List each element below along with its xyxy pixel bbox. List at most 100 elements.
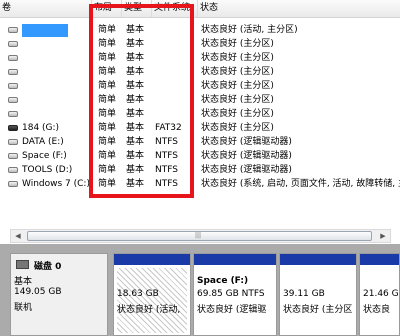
volume-status: 状态良好 (主分区) bbox=[201, 109, 274, 119]
volume-name bbox=[22, 24, 90, 37]
drive-icon bbox=[8, 139, 18, 145]
volume-type: 基本 bbox=[126, 25, 145, 35]
partition-status: 状态良好 (活动, bbox=[117, 305, 181, 315]
volume-layout: 简单 bbox=[98, 67, 117, 77]
table-row[interactable]: 简单 基本 状态良好 (主分区) bbox=[0, 52, 400, 65]
partition-bar bbox=[280, 254, 356, 265]
volume-type: 基本 bbox=[126, 109, 145, 119]
table-row[interactable]: 184 (G:) 简单 基本 FAT32 状态良好 (主分区) bbox=[0, 122, 400, 135]
volume-name bbox=[22, 94, 90, 107]
partition-size: 39.11 GB bbox=[283, 289, 325, 299]
column-layout-label: 布局 bbox=[94, 3, 113, 13]
volume-name: Space (F:) bbox=[22, 151, 67, 161]
volume-layout: 简单 bbox=[98, 165, 117, 175]
volume-filesystem: NTFS bbox=[155, 165, 178, 175]
volume-layout: 简单 bbox=[98, 53, 117, 63]
volume-list-header: 卷 布局 类型 文件系统 状态 bbox=[0, 0, 400, 18]
drive-icon bbox=[8, 181, 18, 187]
volume-status: 状态良好 (主分区) bbox=[201, 95, 274, 105]
volume-name: Windows 7 (C:) bbox=[22, 179, 90, 189]
volume-layout: 简单 bbox=[98, 151, 117, 161]
volume-type: 基本 bbox=[126, 137, 145, 147]
volume-layout: 简单 bbox=[98, 95, 117, 105]
volume-layout: 简单 bbox=[98, 137, 117, 147]
volume-type: 基本 bbox=[126, 53, 145, 63]
table-row[interactable]: 简单 基本 状态良好 (主分区) bbox=[0, 66, 400, 79]
volume-status: 状态良好 (主分区) bbox=[201, 67, 274, 77]
partition-block[interactable]: 21.46 G 状态良 bbox=[359, 253, 400, 336]
volume-layout: 简单 bbox=[98, 123, 117, 133]
table-row[interactable]: 简单 基本 状态良好 (主分区) bbox=[0, 38, 400, 51]
drive-icon bbox=[8, 69, 18, 75]
column-layout[interactable]: 布局 bbox=[92, 0, 122, 17]
column-volume[interactable]: 卷 bbox=[0, 0, 92, 17]
volume-type: 基本 bbox=[126, 67, 145, 77]
partition-status: 状态良好 (主分区 bbox=[283, 305, 353, 315]
partition-bar bbox=[114, 254, 190, 265]
volume-type: 基本 bbox=[126, 123, 145, 133]
partition-block[interactable]: Space (F:) 69.85 GB NTFS 状态良好 (逻辑驱 bbox=[193, 253, 277, 336]
disk-icon bbox=[16, 260, 29, 269]
volume-layout: 简单 bbox=[98, 179, 117, 189]
drive-icon bbox=[8, 55, 18, 61]
partition-block[interactable]: 39.11 GB 状态良好 (主分区 bbox=[279, 253, 357, 336]
table-row[interactable]: Windows 7 (C:) 简单 基本 NTFS 状态良好 (系统, 启动, … bbox=[0, 178, 400, 191]
drive-icon bbox=[8, 97, 18, 103]
column-filesystem[interactable]: 文件系统 bbox=[152, 0, 198, 17]
volume-status: 状态良好 (逻辑驱动器) bbox=[201, 151, 292, 161]
table-row[interactable]: 简单 基本 状态良好 (活动, 主分区) bbox=[0, 24, 400, 37]
volume-layout: 简单 bbox=[98, 109, 117, 119]
volume-name: TOOLS (D:) bbox=[22, 165, 73, 175]
volume-layout: 简单 bbox=[98, 25, 117, 35]
volume-name: DATA (E:) bbox=[22, 137, 64, 147]
disk-label: 磁盘 0 bbox=[34, 262, 62, 272]
volume-filesystem: NTFS bbox=[155, 151, 178, 161]
scrollbar-thumb[interactable]: ||| bbox=[27, 231, 372, 241]
table-row[interactable]: 简单 基本 状态良好 (主分区) bbox=[0, 108, 400, 121]
volume-type: 基本 bbox=[126, 151, 145, 161]
volume-status: 状态良好 (主分区) bbox=[201, 53, 274, 63]
drive-icon bbox=[8, 83, 18, 89]
disk-size: 149.05 GB bbox=[14, 287, 62, 297]
volume-layout: 简单 bbox=[98, 39, 117, 49]
volume-status: 状态良好 (主分区) bbox=[201, 123, 274, 133]
volume-status: 状态良好 (主分区) bbox=[201, 81, 274, 91]
column-volume-label: 卷 bbox=[2, 3, 12, 13]
volume-filesystem: NTFS bbox=[155, 179, 178, 189]
drive-icon bbox=[8, 27, 18, 33]
scroll-left-icon[interactable]: ◀ bbox=[11, 230, 25, 242]
column-type[interactable]: 类型 bbox=[122, 0, 152, 17]
disk-info-panel[interactable]: 磁盘 0 基本 149.05 GB 联机 bbox=[10, 253, 108, 336]
volume-type: 基本 bbox=[126, 179, 145, 189]
volume-status: 状态良好 (活动, 主分区) bbox=[201, 25, 298, 35]
disk-type: 基本 bbox=[14, 277, 33, 287]
column-type-label: 类型 bbox=[124, 3, 143, 13]
partition-bar bbox=[360, 254, 399, 265]
usb-drive-icon bbox=[8, 125, 18, 131]
table-row[interactable]: 简单 基本 状态良好 (主分区) bbox=[0, 94, 400, 107]
horizontal-scrollbar[interactable]: ◀ ||| ▶ bbox=[10, 229, 391, 243]
volume-name bbox=[22, 52, 90, 65]
partition-status: 状态良好 (逻辑驱 bbox=[197, 305, 267, 315]
drive-icon bbox=[8, 167, 18, 173]
volume-type: 基本 bbox=[126, 95, 145, 105]
volume-name bbox=[22, 38, 90, 51]
table-row[interactable]: 简单 基本 状态良好 (主分区) bbox=[0, 80, 400, 93]
scroll-right-icon[interactable]: ▶ bbox=[376, 230, 390, 242]
column-status-label: 状态 bbox=[200, 3, 219, 13]
volume-type: 基本 bbox=[126, 81, 145, 91]
drive-icon bbox=[8, 41, 18, 47]
drive-icon bbox=[8, 153, 18, 159]
volume-layout: 简单 bbox=[98, 81, 117, 91]
volume-name bbox=[22, 108, 90, 121]
table-row[interactable]: TOOLS (D:) 简单 基本 NTFS 状态良好 (逻辑驱动器) bbox=[0, 164, 400, 177]
partition-block[interactable]: 18.63 GB 状态良好 (活动, bbox=[113, 253, 191, 336]
partition-name: Space (F:) bbox=[197, 276, 249, 286]
column-status[interactable]: 状态 bbox=[198, 0, 400, 17]
selected-hatch bbox=[117, 268, 187, 333]
table-row[interactable]: DATA (E:) 简单 基本 NTFS 状态良好 (逻辑驱动器) bbox=[0, 136, 400, 149]
partition-size: 18.63 GB bbox=[117, 289, 159, 299]
table-row[interactable]: Space (F:) 简单 基本 NTFS 状态良好 (逻辑驱动器) bbox=[0, 150, 400, 163]
volume-status: 状态良好 (系统, 启动, 页面文件, 活动, 故障转储, 主 bbox=[201, 179, 400, 189]
column-filesystem-label: 文件系统 bbox=[154, 3, 191, 13]
